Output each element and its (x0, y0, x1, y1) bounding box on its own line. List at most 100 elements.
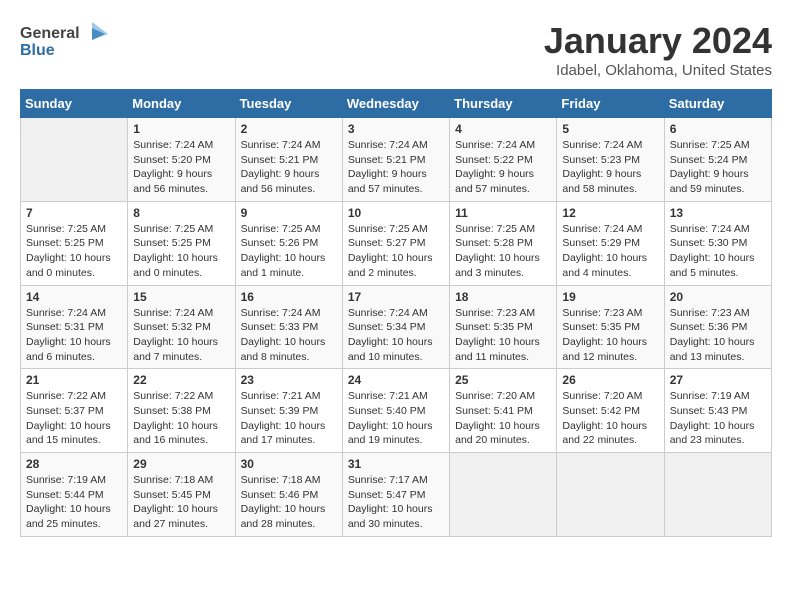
table-row: 5 Sunrise: 7:24 AM Sunset: 5:23 PM Daylig… (557, 118, 664, 202)
day-number: 15 (133, 290, 229, 304)
day-info: Sunrise: 7:24 AM Sunset: 5:22 PM Dayligh… (455, 138, 551, 197)
table-row: 24 Sunrise: 7:21 AM Sunset: 5:40 PM Dayli… (342, 369, 449, 453)
day-info: Sunrise: 7:24 AM Sunset: 5:29 PM Dayligh… (562, 222, 658, 281)
day-number: 2 (241, 122, 337, 136)
table-row: 10 Sunrise: 7:25 AM Sunset: 5:27 PM Dayli… (342, 201, 449, 285)
header-wednesday: Wednesday (342, 90, 449, 118)
day-number: 23 (241, 373, 337, 387)
table-row: 17Sunrise: 7:24 AM Sunset: 5:34 PM Dayli… (342, 285, 449, 369)
logo: General Blue (20, 20, 110, 65)
table-row (450, 453, 557, 537)
day-number: 18 (455, 290, 551, 304)
table-row: 23 Sunrise: 7:21 AM Sunset: 5:39 PM Dayli… (235, 369, 342, 453)
title-area: January 2024 Idabel, Oklahoma, United St… (544, 20, 772, 79)
day-number: 25 (455, 373, 551, 387)
day-number: 26 (562, 373, 658, 387)
table-row: 11 Sunrise: 7:25 AM Sunset: 5:28 PM Dayli… (450, 201, 557, 285)
day-number: 4 (455, 122, 551, 136)
day-info: Sunrise: 7:24 AM Sunset: 5:20 PM Dayligh… (133, 138, 229, 197)
table-row: 4 Sunrise: 7:24 AM Sunset: 5:22 PM Daylig… (450, 118, 557, 202)
day-number: 13 (670, 206, 766, 220)
day-number: 10 (348, 206, 444, 220)
table-row: 1Sunrise: 7:24 AM Sunset: 5:20 PM Daylig… (128, 118, 235, 202)
day-info: Sunrise: 7:19 AM Sunset: 5:44 PM Dayligh… (26, 473, 122, 532)
day-number: 24 (348, 373, 444, 387)
table-row: 14 Sunrise: 7:24 AM Sunset: 5:31 PM Dayli… (21, 285, 128, 369)
day-info: Sunrise: 7:25 AM Sunset: 5:27 PM Dayligh… (348, 222, 444, 281)
day-number: 29 (133, 457, 229, 471)
table-row (664, 453, 771, 537)
day-number: 11 (455, 206, 551, 220)
day-info: Sunrise: 7:24 AM Sunset: 5:30 PM Dayligh… (670, 222, 766, 281)
day-info: Sunrise: 7:17 AM Sunset: 5:47 PM Dayligh… (348, 473, 444, 532)
header-tuesday: Tuesday (235, 90, 342, 118)
table-row: 19Sunrise: 7:23 AM Sunset: 5:35 PM Dayli… (557, 285, 664, 369)
table-row: 25 Sunrise: 7:20 AM Sunset: 5:41 PM Dayli… (450, 369, 557, 453)
table-row: 7 Sunrise: 7:25 AM Sunset: 5:25 PM Daylig… (21, 201, 128, 285)
day-number: 6 (670, 122, 766, 136)
day-info: Sunrise: 7:23 AM Sunset: 5:35 PM Dayligh… (562, 306, 658, 365)
day-info: Sunrise: 7:24 AM Sunset: 5:23 PM Dayligh… (562, 138, 658, 197)
day-info: Sunrise: 7:19 AM Sunset: 5:43 PM Dayligh… (670, 389, 766, 448)
calendar-table: Sunday Monday Tuesday Wednesday Thursday… (20, 89, 772, 537)
day-info: Sunrise: 7:25 AM Sunset: 5:25 PM Dayligh… (26, 222, 122, 281)
table-row: 12 Sunrise: 7:24 AM Sunset: 5:29 PM Dayli… (557, 201, 664, 285)
day-number: 12 (562, 206, 658, 220)
day-info: Sunrise: 7:21 AM Sunset: 5:39 PM Dayligh… (241, 389, 337, 448)
day-info: Sunrise: 7:18 AM Sunset: 5:45 PM Dayligh… (133, 473, 229, 532)
table-row: 20 Sunrise: 7:23 AM Sunset: 5:36 PM Dayli… (664, 285, 771, 369)
day-number: 9 (241, 206, 337, 220)
day-number: 31 (348, 457, 444, 471)
day-info: Sunrise: 7:23 AM Sunset: 5:36 PM Dayligh… (670, 306, 766, 365)
day-info: Sunrise: 7:24 AM Sunset: 5:33 PM Dayligh… (241, 306, 337, 365)
day-number: 3 (348, 122, 444, 136)
day-info: Sunrise: 7:20 AM Sunset: 5:42 PM Dayligh… (562, 389, 658, 448)
header-sunday: Sunday (21, 90, 128, 118)
table-row: 16 Sunrise: 7:24 AM Sunset: 5:33 PM Dayli… (235, 285, 342, 369)
table-row: 26 Sunrise: 7:20 AM Sunset: 5:42 PM Dayli… (557, 369, 664, 453)
day-number: 14 (26, 290, 122, 304)
logo-svg: General Blue (20, 20, 110, 65)
day-info: Sunrise: 7:25 AM Sunset: 5:26 PM Dayligh… (241, 222, 337, 281)
calendar-subtitle: Idabel, Oklahoma, United States (544, 62, 772, 79)
svg-text:General: General (20, 25, 80, 42)
table-row: 22 Sunrise: 7:22 AM Sunset: 5:38 PM Dayli… (128, 369, 235, 453)
table-row (21, 118, 128, 202)
table-row: 30 Sunrise: 7:18 AM Sunset: 5:46 PM Dayli… (235, 453, 342, 537)
day-info: Sunrise: 7:21 AM Sunset: 5:40 PM Dayligh… (348, 389, 444, 448)
table-row: 8Sunrise: 7:25 AM Sunset: 5:25 PM Daylig… (128, 201, 235, 285)
day-info: Sunrise: 7:25 AM Sunset: 5:24 PM Dayligh… (670, 138, 766, 197)
day-info: Sunrise: 7:25 AM Sunset: 5:25 PM Dayligh… (133, 222, 229, 281)
day-info: Sunrise: 7:24 AM Sunset: 5:21 PM Dayligh… (348, 138, 444, 197)
day-info: Sunrise: 7:23 AM Sunset: 5:35 PM Dayligh… (455, 306, 551, 365)
day-number: 21 (26, 373, 122, 387)
day-number: 5 (562, 122, 658, 136)
calendar-week-4: 21Sunrise: 7:22 AM Sunset: 5:37 PM Dayli… (21, 369, 772, 453)
calendar-week-5: 28 Sunrise: 7:19 AM Sunset: 5:44 PM Dayli… (21, 453, 772, 537)
day-info: Sunrise: 7:20 AM Sunset: 5:41 PM Dayligh… (455, 389, 551, 448)
table-row: 15 Sunrise: 7:24 AM Sunset: 5:32 PM Dayli… (128, 285, 235, 369)
table-row: 31 Sunrise: 7:17 AM Sunset: 5:47 PM Dayli… (342, 453, 449, 537)
table-row: 28 Sunrise: 7:19 AM Sunset: 5:44 PM Dayli… (21, 453, 128, 537)
day-number: 28 (26, 457, 122, 471)
day-number: 17 (348, 290, 444, 304)
day-number: 22 (133, 373, 229, 387)
day-info: Sunrise: 7:24 AM Sunset: 5:32 PM Dayligh… (133, 306, 229, 365)
calendar-week-2: 7 Sunrise: 7:25 AM Sunset: 5:25 PM Daylig… (21, 201, 772, 285)
day-info: Sunrise: 7:25 AM Sunset: 5:28 PM Dayligh… (455, 222, 551, 281)
header-thursday: Thursday (450, 90, 557, 118)
table-row: 2Sunrise: 7:24 AM Sunset: 5:21 PM Daylig… (235, 118, 342, 202)
day-number: 30 (241, 457, 337, 471)
day-number: 7 (26, 206, 122, 220)
table-row: 13 Sunrise: 7:24 AM Sunset: 5:30 PM Dayli… (664, 201, 771, 285)
calendar-title: January 2024 (544, 20, 772, 62)
calendar-week-1: 1Sunrise: 7:24 AM Sunset: 5:20 PM Daylig… (21, 118, 772, 202)
day-number: 16 (241, 290, 337, 304)
day-info: Sunrise: 7:18 AM Sunset: 5:46 PM Dayligh… (241, 473, 337, 532)
table-row: 9 Sunrise: 7:25 AM Sunset: 5:26 PM Daylig… (235, 201, 342, 285)
day-info: Sunrise: 7:22 AM Sunset: 5:38 PM Dayligh… (133, 389, 229, 448)
header-friday: Friday (557, 90, 664, 118)
day-number: 20 (670, 290, 766, 304)
day-info: Sunrise: 7:24 AM Sunset: 5:31 PM Dayligh… (26, 306, 122, 365)
header: General Blue January 2024 Idabel, Oklaho… (20, 20, 772, 79)
